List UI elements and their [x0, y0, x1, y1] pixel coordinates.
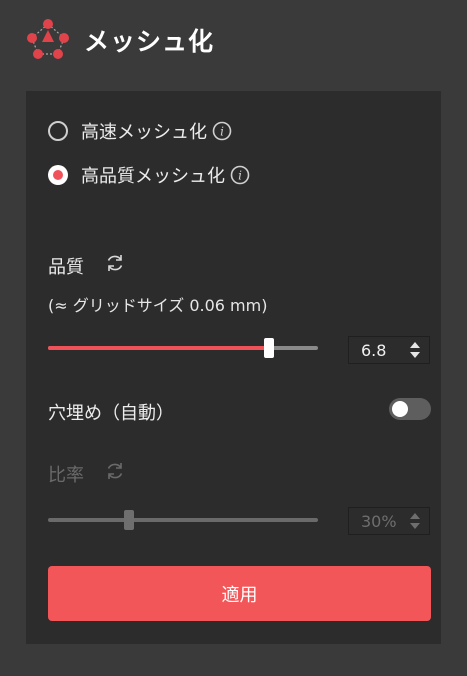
quality-value: 6.8 — [361, 341, 387, 360]
refresh-icon — [107, 463, 123, 479]
slider-track — [48, 518, 318, 522]
fill-holes-toggle[interactable] — [389, 398, 431, 420]
svg-text:i: i — [238, 169, 242, 183]
quality-slider[interactable] — [48, 338, 318, 358]
slider-thumb — [124, 510, 134, 530]
fill-holes-label: 穴埋め（自動） — [48, 403, 174, 424]
slider-fill — [48, 346, 269, 350]
mesh-settings-panel: 高速メッシュ化 i 高品質メッシュ化 i 品質 (≈ グリッドサイズ 0.06 … — [26, 91, 441, 644]
radio-button-high-quality[interactable] — [48, 165, 68, 185]
quality-label: 品質 — [48, 257, 84, 278]
toggle-knob — [392, 401, 408, 417]
info-icon[interactable]: i — [211, 120, 233, 142]
radio-label-fast: 高速メッシュ化 — [81, 122, 207, 143]
radio-button-fast[interactable] — [48, 121, 68, 141]
ratio-value: 30% — [361, 512, 397, 531]
page-title: メッシュ化 — [84, 27, 215, 56]
quality-value-input[interactable]: 6.8 — [348, 336, 430, 364]
ratio-value-input: 30% — [348, 507, 430, 535]
refresh-icon[interactable] — [104, 252, 126, 274]
svg-text:i: i — [220, 125, 224, 139]
apply-button[interactable]: 適用 — [48, 566, 431, 621]
slider-thumb[interactable] — [264, 338, 274, 358]
header: メッシュ化 — [0, 0, 467, 80]
ratio-label: 比率 — [48, 465, 84, 486]
spinner-arrows-icon — [410, 513, 420, 529]
grid-size-hint: (≈ グリッドサイズ 0.06 mm) — [48, 296, 268, 315]
info-icon[interactable]: i — [229, 164, 251, 186]
ratio-slider — [48, 510, 318, 530]
radio-fast-mesh[interactable]: 高速メッシュ化 i — [48, 117, 233, 145]
radio-label-high-quality: 高品質メッシュ化 — [81, 166, 225, 187]
mesh-logo-icon — [27, 19, 69, 59]
spinner-arrows-icon[interactable] — [409, 341, 421, 359]
radio-high-quality-mesh[interactable]: 高品質メッシュ化 i — [48, 161, 251, 189]
